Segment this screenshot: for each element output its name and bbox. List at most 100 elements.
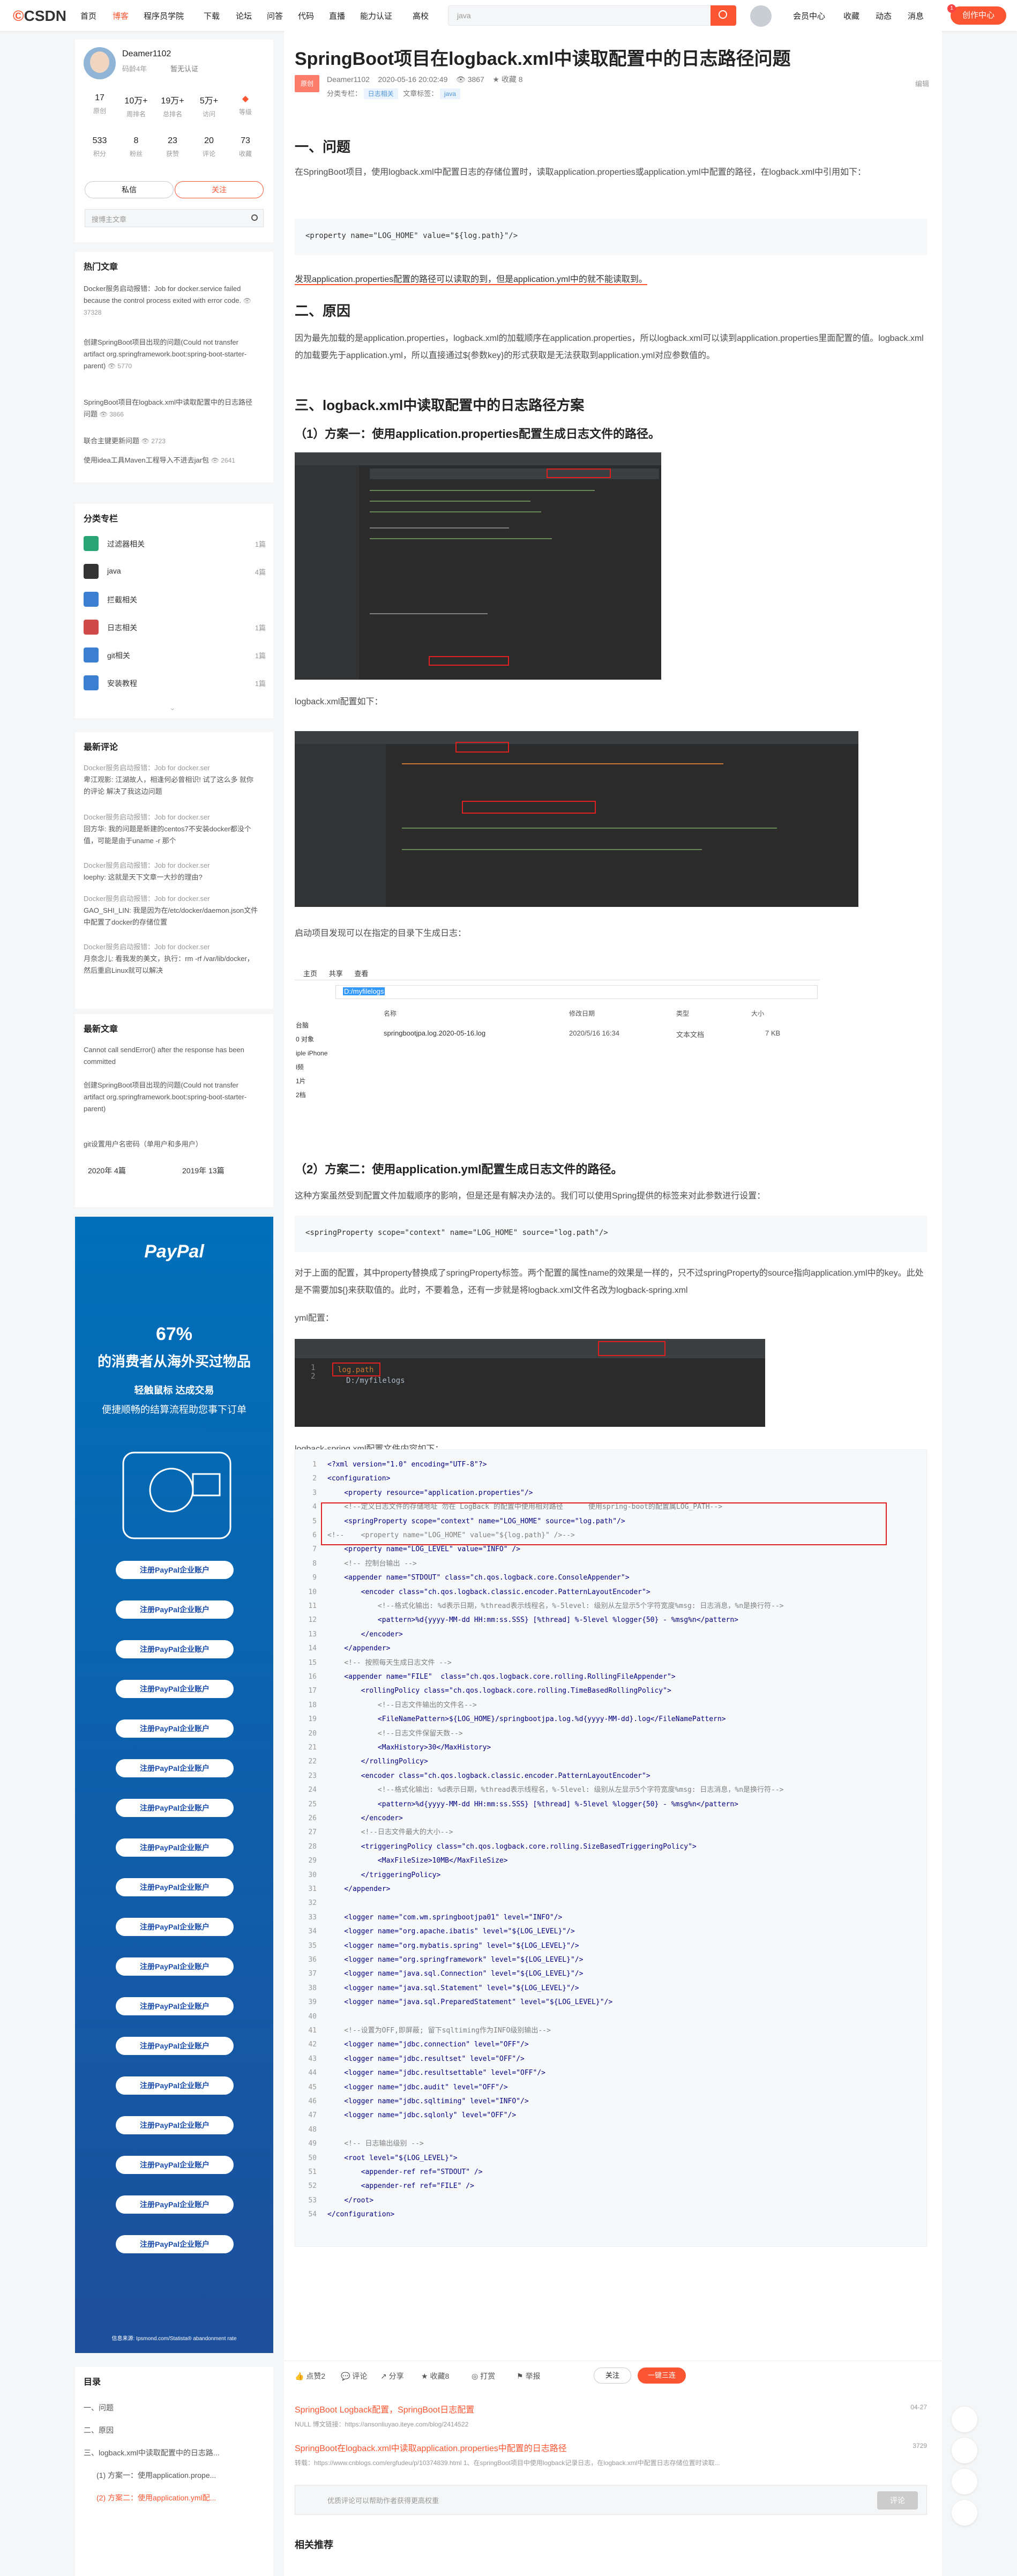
paypal-register-button[interactable]: 注册PayPal企业账户 [116, 1799, 234, 1817]
hot-article-item[interactable]: 创建SpringBoot项目出现的问题(Could not transfer a… [84, 337, 255, 372]
para-yml: yml配置： [295, 1314, 334, 1323]
customer-service-icon[interactable] [952, 2438, 977, 2463]
toc-item-active[interactable]: (2) 方案二：使用application.yml配... [96, 2492, 216, 2503]
create-center-button[interactable]: 1 创作中心 [947, 4, 1006, 25]
code-line: 32 [308, 1899, 317, 1908]
recent-comment-item[interactable]: Docker服务启动报错：Job for docker.ser 卑江观影: 江湖故… [84, 762, 260, 798]
chevron-down-icon[interactable]: ⌄ [169, 703, 176, 712]
category-item[interactable]: git相关 1篇 [84, 644, 266, 666]
comment-submit-button[interactable]: 评论 [877, 2491, 918, 2510]
paypal-register-button[interactable]: 注册PayPal企业账户 [116, 1957, 234, 1976]
search-icon[interactable] [711, 5, 736, 26]
favorite-count[interactable]: 收藏 8 [502, 75, 523, 84]
paypal-register-button[interactable]: 注册PayPal企业账户 [116, 1997, 234, 2015]
private-message-button[interactable]: 私信 [85, 181, 174, 198]
recommend-title: 相关推荐 [295, 2540, 333, 2550]
stat-visits: 5万+ 访问 [199, 96, 219, 118]
latest-article-item[interactable]: 创建SpringBoot项目出现的问题(Could not transfer a… [84, 1079, 260, 1115]
messages-link[interactable]: 消息 [908, 10, 924, 21]
paypal-register-button[interactable]: 注册PayPal企业账户 [116, 2156, 234, 2174]
search-icon[interactable] [251, 214, 258, 221]
paypal-register-button[interactable]: 注册PayPal企业账户 [116, 1600, 234, 1619]
related-article[interactable]: SpringBoot在logback.xml中读取application.pro… [295, 2441, 927, 2467]
nav-cert[interactable]: 能力认证 [360, 10, 392, 21]
nav-school[interactable]: 高校 [413, 10, 429, 21]
toc-item[interactable]: 一、问题 [84, 2402, 114, 2413]
tag-logs[interactable]: 日志相关 [363, 88, 398, 99]
paypal-register-button[interactable]: 注册PayPal企业账户 [116, 1918, 234, 1936]
nav-forum[interactable]: 论坛 [236, 10, 252, 21]
hot-article-item[interactable]: Docker服务启动报错：Job for docker.service fail… [84, 283, 255, 318]
paypal-register-button[interactable]: 注册PayPal企业账户 [116, 2116, 234, 2134]
recent-comment-item[interactable]: Docker服务启动报错：Job for docker.ser 回方华: 我的问题… [84, 811, 260, 847]
nav-qa[interactable]: 问答 [267, 10, 283, 21]
toc-item[interactable]: 三、logback.xml中读取配置中的日志路... [84, 2447, 220, 2458]
archive-2020[interactable]: 2020年 4篇 [88, 1165, 126, 1176]
paypal-register-button[interactable]: 注册PayPal企业账户 [116, 1878, 234, 1896]
avatar[interactable] [84, 47, 116, 79]
csdn-logo[interactable]: ©CSDN [13, 8, 66, 25]
author-link[interactable]: Deamer1102 [327, 75, 370, 84]
related-article[interactable]: SpringBoot Logback配置，SpringBoot日志配置 NULL … [295, 2402, 927, 2429]
report-button[interactable]: ⚑ 举报 [517, 2371, 540, 2381]
category-item[interactable]: java 4篇 [84, 561, 266, 582]
favorite-button[interactable]: ★ 收藏8 [421, 2371, 449, 2381]
latest-article-item[interactable]: git设置用户名密码（单用户和多用户） [84, 1138, 260, 1150]
paypal-register-button[interactable]: 注册PayPal企业账户 [116, 1680, 234, 1698]
toolbar-follow-button[interactable]: 关注 [594, 2367, 631, 2384]
hot-article-item[interactable]: 使用idea工具Maven工程导入不进去jar包 👁 2641 [84, 455, 255, 466]
search-input[interactable]: java [448, 5, 712, 26]
nav-live[interactable]: 直播 [329, 10, 345, 21]
edit-link[interactable]: 编辑 [915, 78, 929, 88]
nav-download[interactable]: 下载 [204, 10, 220, 21]
comment-input[interactable]: 优质评论可以帮助作者获得更高权重 评论 [295, 2485, 927, 2515]
user-avatar-icon[interactable] [750, 5, 772, 27]
reward-button[interactable]: ◎ 打赏 [472, 2371, 495, 2381]
nav-home[interactable]: 首页 [80, 10, 96, 21]
nav-blog[interactable]: 博客 [113, 10, 129, 21]
follow-button[interactable]: 关注 [175, 181, 264, 198]
paypal-register-button[interactable]: 注册PayPal企业账户 [116, 1640, 234, 1658]
code-line: 54 </configuration> [308, 2210, 395, 2219]
archive-2019[interactable]: 2019年 13篇 [182, 1165, 225, 1176]
paypal-register-button[interactable]: 注册PayPal企业账户 [116, 2076, 234, 2095]
hot-article-item[interactable]: SpringBoot项目在logback.xml中读取配置中的日志路径问题 👁 … [84, 397, 255, 420]
paypal-register-button[interactable]: 注册PayPal企业账户 [116, 2195, 234, 2214]
favorites-link[interactable]: 收藏 [843, 10, 859, 21]
recent-comment-item[interactable]: Docker服务启动报错：Job for docker.ser 月奈念儿: 看我发… [84, 941, 260, 977]
code-block-1[interactable]: <property name="LOG_HOME" value="${log.p… [295, 219, 927, 255]
recent-comment-item[interactable]: Docker服务启动报错：Job for docker.ser loephy: 这… [84, 860, 260, 883]
logback-spring-code-block[interactable]: 1 <?xml version="1.0" encoding="UTF-8"?> 2… [295, 1449, 927, 2247]
member-center-link[interactable]: 会员中心 [793, 10, 825, 21]
category-item[interactable]: 拦截相关 [84, 589, 266, 610]
code-block-2[interactable]: <springProperty scope="context" name="LO… [295, 1216, 927, 1252]
paypal-register-button[interactable]: 注册PayPal企业账户 [116, 1759, 234, 1777]
paypal-register-button[interactable]: 注册PayPal企业账户 [116, 2037, 234, 2055]
category-item[interactable]: 过滤器相关 1篇 [84, 533, 266, 554]
report-icon[interactable] [952, 2469, 977, 2495]
paypal-register-button[interactable]: 注册PayPal企业账户 [116, 1561, 234, 1579]
latest-article-item[interactable]: Cannot call sendError() after the respon… [84, 1044, 260, 1068]
back-to-top-icon[interactable] [952, 2500, 977, 2526]
paypal-ad[interactable]: PayPal 67% 的消费者从海外买过物品 轻触鼠标 达成交易 便捷顺畅的结算… [75, 1217, 273, 2353]
profile-name[interactable]: Deamer1102 [122, 49, 171, 59]
activity-link[interactable]: 动态 [876, 10, 892, 21]
share-button[interactable]: ↗ 分享 [380, 2371, 404, 2381]
category-item[interactable]: 安装教程 1篇 [84, 672, 266, 694]
nav-code[interactable]: 代码 [298, 10, 314, 21]
tag-java[interactable]: java [439, 88, 460, 99]
comment-button[interactable]: 💬 评论 [341, 2371, 367, 2381]
triple-action-button[interactable]: 一键三连 [638, 2367, 686, 2384]
category-item[interactable]: 日志相关 1篇 [84, 616, 266, 638]
paypal-register-button[interactable]: 注册PayPal企业账户 [116, 1838, 234, 1857]
nav-academy[interactable]: 程序员学院 [144, 10, 184, 21]
hot-article-item[interactable]: 联合主键更新问题 👁 2723 [84, 435, 255, 447]
toc-item[interactable]: (1) 方案一：使用application.prope... [96, 2470, 216, 2481]
toc-item[interactable]: 二、原因 [84, 2425, 114, 2436]
like-button[interactable]: 👍 点赞2 [295, 2371, 325, 2381]
paypal-register-button[interactable]: 注册PayPal企业账户 [116, 2235, 234, 2253]
recent-comment-item[interactable]: Docker服务启动报错：Job for docker.ser GAO_SHI_L… [84, 893, 260, 928]
paypal-register-button[interactable]: 注册PayPal企业账户 [116, 1719, 234, 1738]
blog-search-input[interactable]: 搜博主文章 [85, 209, 264, 227]
feedback-icon[interactable] [952, 2407, 977, 2432]
